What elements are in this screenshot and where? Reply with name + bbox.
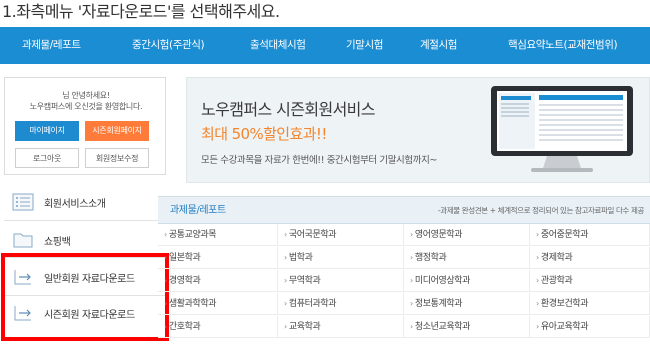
- menu-label-season-download: 시즌회원 자료다운로드: [44, 309, 135, 321]
- menu-label-shopping-bag: 쇼핑백: [44, 236, 71, 248]
- subject-label: 컴퓨터과학과: [288, 299, 337, 309]
- subject-link[interactable]: › 청소년교육학과: [404, 316, 530, 338]
- arrow-icon: ›: [410, 253, 413, 262]
- arrow-icon: ›: [536, 253, 539, 262]
- subject-link[interactable]: › 미디어영상학과: [404, 270, 530, 292]
- subject-link[interactable]: › 환경보건학과: [530, 293, 650, 315]
- subject-label: 중어중문학과: [540, 230, 589, 240]
- subject-label: 공통교양과목: [168, 230, 217, 240]
- list-icon: [10, 191, 36, 213]
- subject-label: 행정학과: [414, 253, 447, 263]
- subject-label: 미디어영상학과: [414, 276, 471, 286]
- arrow-icon: ›: [284, 276, 287, 285]
- menu-label-general-download: 일반회원 자료다운로드: [44, 273, 135, 285]
- arrow-icon: ›: [164, 276, 167, 285]
- subject-link[interactable]: › 영어영문학과: [404, 224, 530, 246]
- subject-link[interactable]: › 간호학과: [158, 316, 278, 338]
- menu-item-shopping-bag[interactable]: 쇼핑백: [4, 221, 166, 259]
- menu-item-season-download[interactable]: 시즌회원 자료다운로드: [4, 294, 166, 332]
- arrow-icon: ›: [410, 322, 413, 331]
- top-navigation: 과제물/레포트 중간시험(주관식) 출석대체시험 기말시험 계절시험 핵심요약노…: [0, 27, 650, 64]
- arrow-icon: ›: [164, 322, 167, 331]
- instruction-text: 1.좌측메뉴 '자료다운로드'를 선택해주세요.: [2, 2, 280, 21]
- subject-link[interactable]: › 컴퓨터과학과: [278, 293, 404, 315]
- arrow-icon: ›: [410, 230, 413, 239]
- login-greeting: 님 안녕하세요!: [62, 91, 110, 100]
- login-box: 님 안녕하세요! 노우캠퍼스에 오신것을 환영합니다. 마이페이지 시즌회원페이…: [4, 77, 166, 175]
- subject-label: 유아교육학과: [540, 322, 589, 332]
- arrow-icon: ›: [164, 253, 167, 262]
- subject-link[interactable]: › 유아교육학과: [530, 316, 650, 338]
- arrow-icon: ›: [284, 230, 287, 239]
- banner-sale-text: 최대 50%할인효과!!: [201, 125, 327, 143]
- subject-link[interactable]: › 행정학과: [404, 247, 530, 269]
- subject-link[interactable]: › 중어중문학과: [530, 224, 650, 246]
- arrow-icon: ›: [284, 322, 287, 331]
- folder-icon: [10, 229, 36, 251]
- subject-label: 청소년교육학과: [414, 322, 471, 332]
- subject-label: 간호학과: [168, 322, 201, 332]
- season-page-button[interactable]: 시즌회원페이지: [85, 121, 149, 141]
- nav-item-attendance-exam[interactable]: 출석대체시험: [250, 27, 306, 64]
- arrow-icon: ›: [164, 230, 167, 239]
- subject-label: 환경보건학과: [540, 299, 589, 309]
- subject-link[interactable]: › 교육학과: [278, 316, 404, 338]
- arrow-icon: ›: [536, 299, 539, 308]
- subject-label: 영어영문학과: [414, 230, 463, 240]
- subject-link[interactable]: › 경제학과: [530, 247, 650, 269]
- nav-item-midterm[interactable]: 중간시험(주관식): [132, 27, 205, 64]
- edit-profile-button[interactable]: 회원정보수정: [85, 148, 149, 168]
- arrow-icon: ›: [536, 276, 539, 285]
- subject-label: 경제학과: [540, 253, 573, 263]
- subject-header: 과제물/레포트 -과제물 완성견본 + 체계적으로 정리되어 있는 참고자료파일…: [158, 196, 650, 224]
- subject-link[interactable]: › 국어국문학과: [278, 224, 404, 246]
- subject-link[interactable]: › 공통교양과목: [158, 224, 278, 246]
- subject-link[interactable]: › 무역학과: [278, 270, 404, 292]
- logout-button[interactable]: 로그아웃: [15, 148, 79, 168]
- download-arrow-icon: [10, 266, 36, 288]
- mypage-button[interactable]: 마이페이지: [15, 121, 79, 141]
- subject-label: 국어국문학과: [288, 230, 337, 240]
- subject-label: 일본학과: [168, 253, 201, 263]
- subject-label: 교육학과: [288, 322, 321, 332]
- subject-label: 관광학과: [540, 276, 573, 286]
- nav-item-assignments[interactable]: 과제물/레포트: [22, 27, 81, 64]
- subject-link[interactable]: › 법학과: [278, 247, 404, 269]
- menu-item-service-intro[interactable]: 회원서비스소개: [4, 183, 166, 221]
- subject-label: 법학과: [288, 253, 313, 263]
- arrow-icon: ›: [284, 299, 287, 308]
- banner-title: 노우캠퍼스 시즌회원서비스: [201, 100, 376, 119]
- nav-item-summary-notes[interactable]: 핵심요약노트(교재전범위): [508, 27, 618, 64]
- subject-link[interactable]: › 관광학과: [530, 270, 650, 292]
- monitor-icon: [491, 86, 633, 172]
- arrow-icon: ›: [410, 299, 413, 308]
- login-welcome: 노우캠퍼스에 오신것을 환영합니다.: [29, 102, 143, 111]
- banner-description: 모든 수강과목을 자료가 한번에!! 중간시험부터 기말시험까지~: [201, 155, 437, 166]
- nav-item-final-exam[interactable]: 기말시험: [346, 27, 383, 64]
- nav-item-season-exam[interactable]: 계절시험: [420, 27, 457, 64]
- arrow-icon: ›: [536, 322, 539, 331]
- subject-link[interactable]: › 일본학과: [158, 247, 278, 269]
- download-arrow-icon: [10, 302, 36, 324]
- subject-link[interactable]: › 경영학과: [158, 270, 278, 292]
- subject-label: 생활과학학과: [168, 299, 217, 309]
- subject-label: 무역학과: [288, 276, 321, 286]
- arrow-icon: ›: [536, 230, 539, 239]
- subject-panel-description: -과제물 완성견본 + 체계적으로 정리되어 있는 참고자료파일 다수 제공: [437, 206, 644, 215]
- subject-panel: 과제물/레포트 -과제물 완성견본 + 체계적으로 정리되어 있는 참고자료파일…: [158, 196, 650, 362]
- menu-label-service-intro: 회원서비스소개: [44, 198, 106, 210]
- arrow-icon: ›: [284, 253, 287, 262]
- menu-item-general-download[interactable]: 일반회원 자료다운로드: [4, 258, 166, 296]
- subject-label: 정보통계학과: [414, 299, 463, 309]
- subject-label: 경영학과: [168, 276, 201, 286]
- subject-link[interactable]: › 생활과학학과: [158, 293, 278, 315]
- subject-link[interactable]: › 정보통계학과: [404, 293, 530, 315]
- subject-panel-title: 과제물/레포트: [170, 205, 226, 216]
- arrow-icon: ›: [164, 299, 167, 308]
- arrow-icon: ›: [410, 276, 413, 285]
- season-banner[interactable]: 노우캠퍼스 시즌회원서비스 최대 50%할인효과!! 모든 수강과목을 자료가 …: [186, 77, 650, 183]
